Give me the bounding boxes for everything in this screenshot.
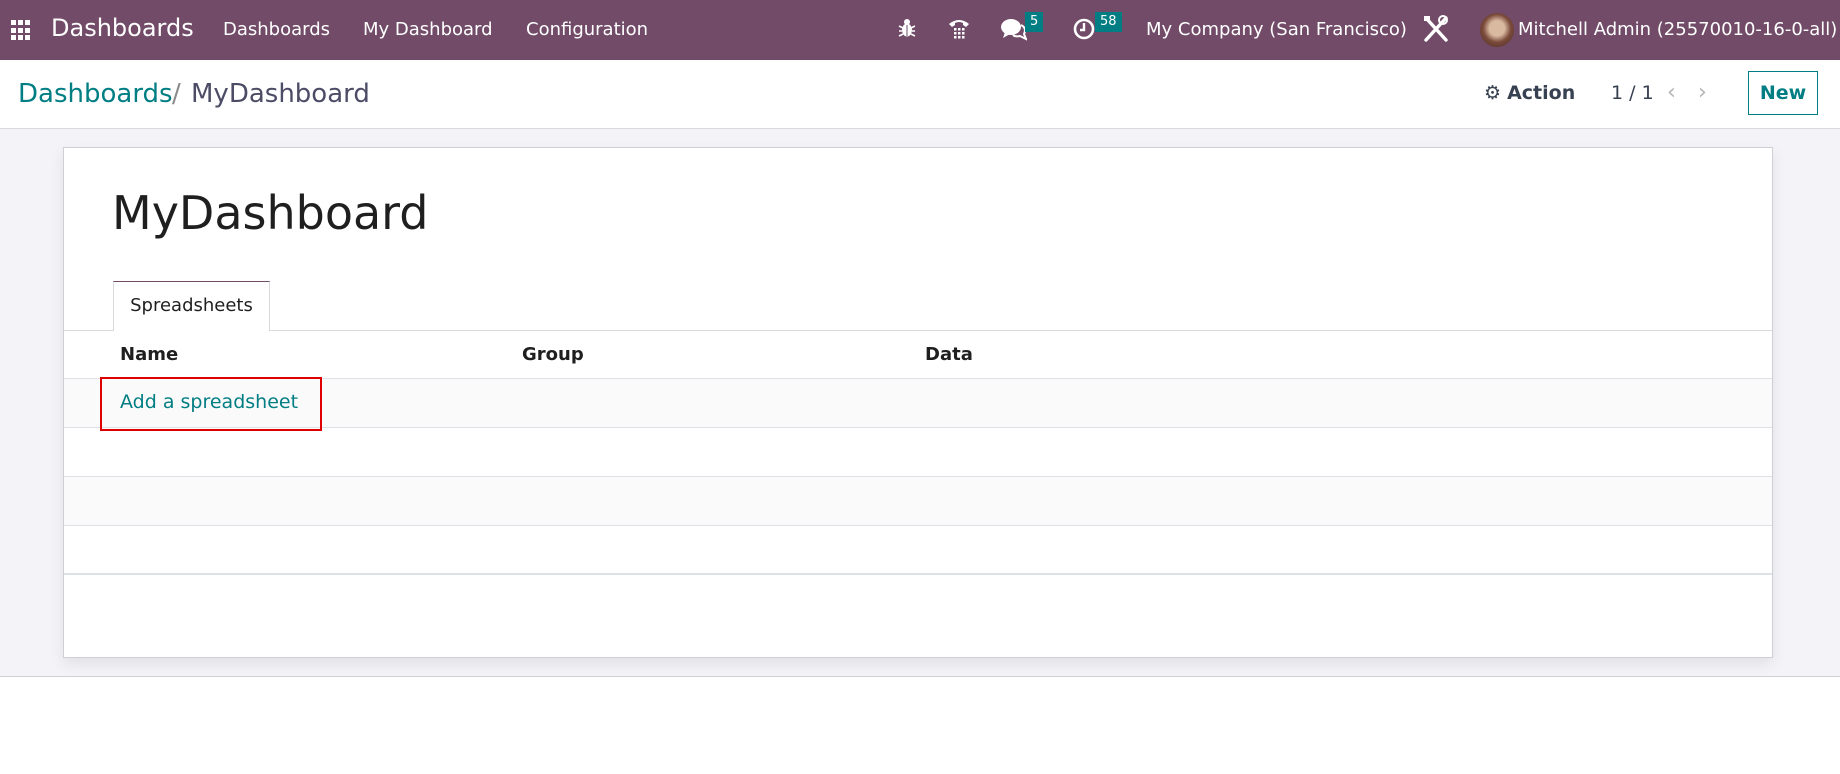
pager-previous-icon[interactable]: ‹ [1667,80,1676,105]
menu-configuration[interactable]: Configuration [526,19,648,40]
messages-count-badge: 5 [1025,12,1044,32]
breadcrumb-current: MyDashboard [191,79,370,109]
record-title: MyDashboard [112,186,429,240]
control-panel: Dashboards / MyDashboard ⚙ Action 1 / 1 … [0,60,1840,129]
tools-icon[interactable] [1423,15,1449,48]
new-button[interactable]: New [1748,71,1818,115]
user-avatar[interactable] [1480,13,1514,47]
form-view-area: MyDashboard Spreadsheets Name Group Data… [0,129,1840,677]
action-menu-button[interactable]: ⚙ Action [1484,82,1575,104]
table-row-empty [64,428,1772,477]
column-header-name[interactable]: Name [120,344,178,365]
app-brand[interactable]: Dashboards [51,14,194,42]
breadcrumb-root-link[interactable]: Dashboards [18,79,173,109]
chat-icon[interactable] [1001,17,1028,46]
menu-dashboards[interactable]: Dashboards [223,19,330,40]
activities-count-badge: 58 [1095,12,1122,32]
add-row: Add a spreadsheet [64,379,1772,428]
column-header-data[interactable]: Data [925,344,973,365]
pager-value[interactable]: 1 / 1 [1611,82,1654,104]
apps-grid-icon[interactable] [11,20,32,41]
table-row-empty [64,477,1772,526]
add-spreadsheet-link[interactable]: Add a spreadsheet [120,391,298,413]
pager-next-icon[interactable]: › [1698,80,1707,105]
column-header-group[interactable]: Group [522,344,584,365]
clock-icon[interactable] [1073,17,1097,46]
breadcrumb-separator: / [172,79,181,109]
table-row-empty [64,526,1772,575]
table-header: Name Group Data [64,331,1772,379]
tab-spreadsheets[interactable]: Spreadsheets [113,281,270,331]
company-switcher[interactable]: My Company (San Francisco) [1146,19,1407,40]
phone-icon[interactable] [947,16,971,45]
gear-icon: ⚙ [1484,82,1502,104]
form-sheet: MyDashboard Spreadsheets Name Group Data… [63,147,1773,658]
user-menu[interactable]: Mitchell Admin (25570010-16-0-all) [1518,19,1837,40]
action-label: Action [1507,82,1576,104]
bug-icon[interactable] [898,17,916,44]
top-navbar: Dashboards Dashboards My Dashboard Confi… [0,0,1840,60]
menu-my-dashboard[interactable]: My Dashboard [363,19,493,40]
